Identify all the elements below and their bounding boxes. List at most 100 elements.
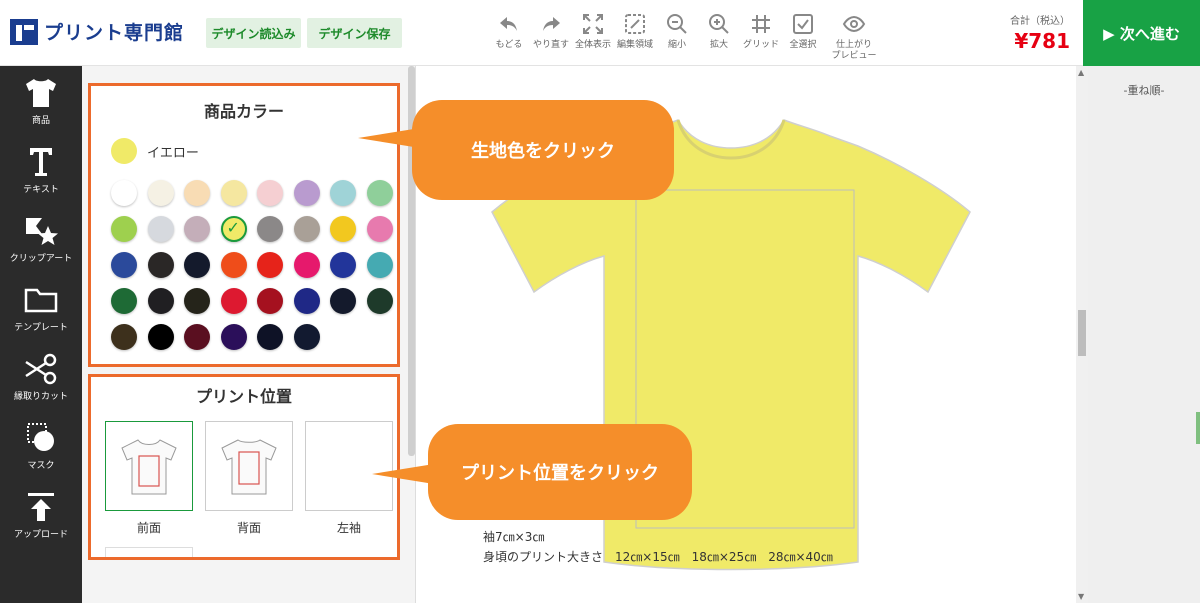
grid-label: グリッド [742, 40, 779, 50]
position-thumbnail-partial[interactable] [105, 547, 193, 557]
color-swatch[interactable] [366, 252, 393, 278]
scroll-up-arrow-icon[interactable]: ▲ [1078, 68, 1084, 77]
color-swatch[interactable] [293, 180, 320, 206]
selected-color-name: イエロー [147, 145, 199, 161]
select-all-button[interactable]: 全選択 [782, 12, 824, 62]
position-back-label: 背面 [236, 521, 261, 535]
next-button[interactable]: ▶ 次へ進む [1083, 0, 1200, 66]
mask-icon [27, 422, 54, 451]
grid-button[interactable]: グリッド [740, 12, 782, 62]
fullscreen-button[interactable]: 全体表示 [572, 12, 614, 62]
color-swatch[interactable] [330, 180, 356, 206]
sidebar-item-label: クリップアート [9, 253, 73, 264]
canvas-scrollbar[interactable]: ▲ ▼ [1076, 66, 1088, 603]
zoom-in-label: 拡大 [709, 40, 728, 50]
logo-mark-icon [10, 18, 38, 45]
total: 合計（税込） ¥781 [1010, 12, 1070, 53]
preview-button[interactable]: 仕上がり プレビュー [824, 12, 884, 62]
sidebar-item-template[interactable]: テンプレート [0, 273, 82, 342]
position-front[interactable]: 前面 [105, 421, 193, 536]
sidebar-item-clipart[interactable]: クリップアート [0, 204, 82, 273]
sidebar-item-cut[interactable]: 縁取りカット [0, 342, 82, 411]
color-swatch[interactable] [184, 288, 210, 314]
color-swatch[interactable] [330, 252, 356, 278]
color-swatch[interactable] [147, 216, 174, 242]
color-swatch[interactable] [111, 216, 137, 242]
position-back[interactable]: 背面 [205, 421, 293, 536]
color-swatch[interactable] [147, 324, 174, 350]
color-swatch[interactable] [257, 252, 283, 278]
color-swatch[interactable] [330, 216, 356, 242]
scissors-icon [25, 353, 57, 384]
header: プリント専門館 デザイン読込み デザイン保存 もどる やり直す 全体表示 編集領… [0, 0, 1200, 66]
color-swatch[interactable] [366, 180, 393, 206]
panel-edge-tab[interactable] [1196, 412, 1200, 444]
sidebar-item-label: マスク [27, 460, 55, 471]
toolbar: もどる やり直す 全体表示 編集領域 縮小 拡大 グリッド 全選択 仕上がり プ… [488, 12, 884, 62]
redo-button[interactable]: やり直す [530, 12, 572, 62]
color-swatch[interactable] [257, 324, 283, 350]
color-swatch[interactable] [293, 288, 320, 314]
fullscreen-icon [583, 14, 603, 34]
color-swatch[interactable] [293, 216, 320, 242]
color-swatch[interactable] [184, 180, 210, 206]
undo-button[interactable]: もどる [488, 12, 530, 62]
position-left-sleeve-label: 左袖 [336, 521, 361, 535]
color-swatch[interactable] [220, 324, 247, 350]
color-swatch[interactable] [220, 252, 247, 278]
canvas-scroll-thumb[interactable] [1078, 310, 1086, 356]
edit-area-button[interactable]: 編集領域 [614, 12, 656, 62]
color-swatch[interactable] [184, 252, 210, 278]
color-swatch[interactable] [220, 180, 247, 206]
color-swatch[interactable] [257, 216, 283, 242]
sidebar-item-label: アップロード [13, 529, 68, 540]
position-front-label: 前面 [136, 521, 161, 535]
zoom-out-button[interactable]: 縮小 [656, 12, 698, 62]
color-swatch[interactable] [366, 288, 393, 314]
redo-icon [543, 17, 560, 31]
color-swatch[interactable] [111, 288, 137, 314]
callout-fabric-tail [358, 128, 420, 148]
color-section-title: 商品カラー [203, 102, 284, 121]
edit-area-label: 編集領域 [616, 40, 653, 50]
select-all-label: 全選択 [789, 40, 817, 50]
color-swatch[interactable] [293, 324, 320, 350]
color-swatch[interactable] [184, 216, 210, 242]
tshirt-back-icon [221, 439, 277, 495]
sidebar-item-label: テンプレート [14, 322, 68, 333]
sidebar-item-text[interactable]: テキスト [0, 135, 82, 204]
color-swatch[interactable] [257, 180, 283, 206]
design-save-button[interactable]: デザイン保存 [307, 18, 402, 48]
logo[interactable]: プリント専門館 [10, 18, 184, 45]
position-front-thumbnail [105, 421, 193, 511]
design-load-button[interactable]: デザイン読込み [206, 18, 301, 48]
color-swatch[interactable] [330, 288, 356, 314]
zoom-in-icon [709, 14, 729, 34]
sidebar-item-upload[interactable]: アップロード [0, 480, 82, 549]
color-swatch[interactable] [147, 252, 174, 278]
color-section: 商品カラー イエロー [88, 83, 400, 367]
sidebar-item-label: テキスト [23, 184, 59, 195]
color-swatch[interactable] [293, 252, 320, 278]
scroll-down-arrow-icon[interactable]: ▼ [1078, 592, 1084, 601]
callout-print-position: プリント位置をクリック [428, 424, 692, 520]
sidebar-item-product[interactable]: 商品 [0, 66, 82, 135]
color-swatch[interactable] [366, 216, 393, 242]
color-swatch[interactable] [220, 288, 247, 314]
zoom-in-button[interactable]: 拡大 [698, 12, 740, 62]
selected-color: イエロー [111, 138, 199, 164]
sidebar-item-mask[interactable]: マスク [0, 411, 82, 480]
color-swatch[interactable] [147, 180, 174, 206]
color-swatch[interactable] [111, 252, 137, 278]
color-swatch[interactable] [257, 288, 283, 314]
callout-position-tail [372, 464, 434, 484]
preview-label: 仕上がり プレビュー [831, 40, 877, 61]
color-swatch[interactable] [111, 324, 137, 350]
color-swatch[interactable] [147, 288, 174, 314]
sidebar: 商品 テキスト クリップアート テンプレート 縁取りカット マスク アップロード [0, 66, 82, 603]
color-swatch[interactable] [220, 216, 247, 242]
zoom-out-label: 縮小 [667, 40, 686, 50]
color-swatch[interactable] [184, 324, 210, 350]
color-swatch[interactable] [111, 180, 137, 206]
position-back-thumbnail [205, 421, 293, 511]
